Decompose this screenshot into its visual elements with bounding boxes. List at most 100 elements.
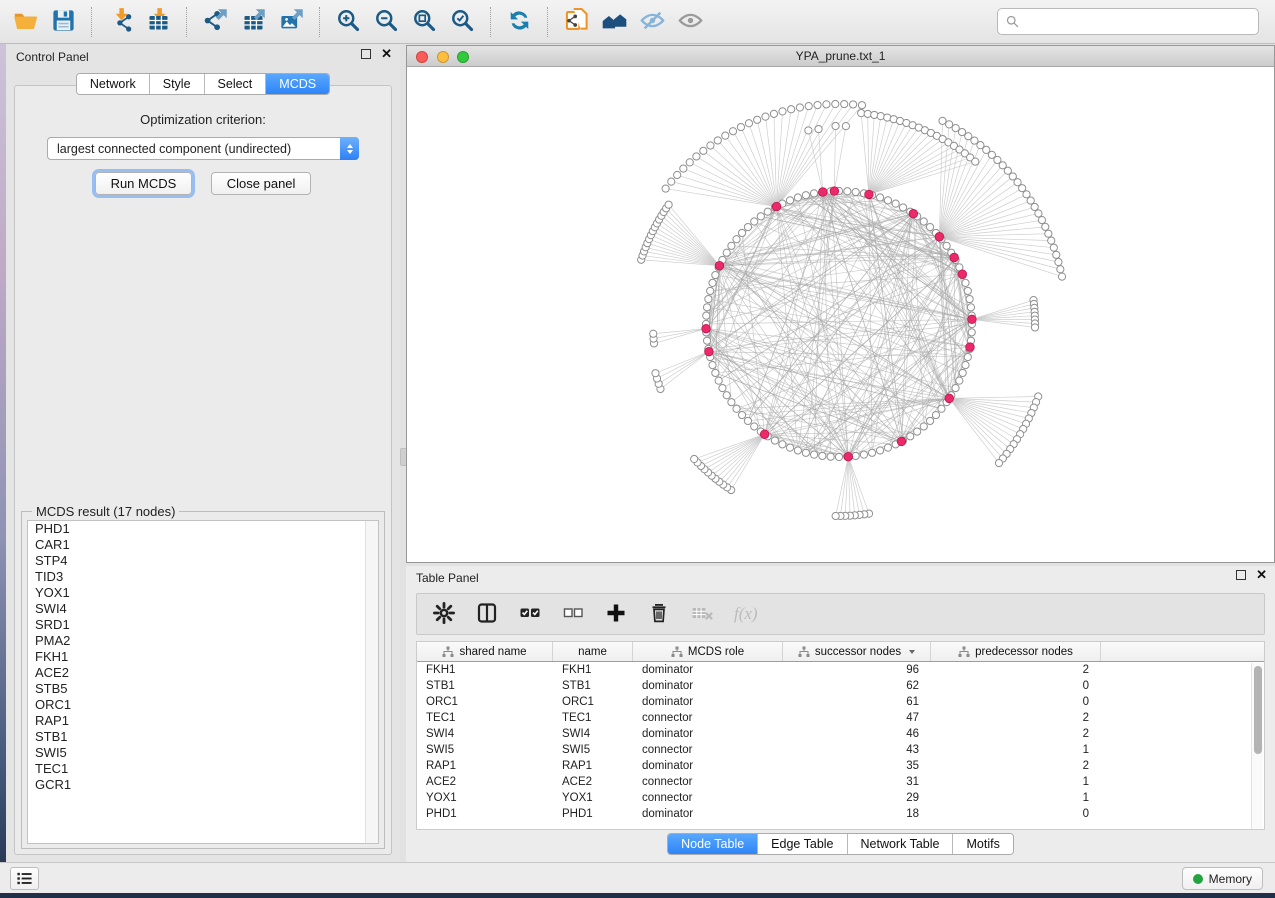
graph-ring-node[interactable] [771,437,778,444]
table-row[interactable]: ACE2ACE2connector311 [417,774,1264,790]
graph-ring-node[interactable] [943,242,950,249]
graph-leaf-node[interactable] [946,121,953,128]
graph-ring-node[interactable] [968,329,975,336]
graph-leaf-node[interactable] [995,459,1002,466]
graph-leaf-node[interactable] [745,120,752,127]
export-table-button[interactable] [234,5,272,39]
zoom-in-button[interactable] [329,5,367,39]
tab-mcds[interactable]: MCDS [266,74,329,94]
hide-selected-button[interactable] [633,5,671,39]
network-graph[interactable] [407,67,1274,562]
graph-leaf-node[interactable] [1055,258,1062,265]
zoom-fit-button[interactable] [405,5,443,39]
close-window-icon[interactable] [416,51,428,63]
graph-ring-node[interactable] [844,188,851,195]
tab-select[interactable]: Select [205,74,267,94]
graph-leaf-node[interactable] [729,128,736,135]
import-network-button[interactable] [101,5,139,39]
graph-ring-node[interactable] [920,423,927,430]
graph-ring-node[interactable] [723,392,730,399]
mcds-result-item[interactable]: PHD1 [28,521,378,537]
export-network-button[interactable] [196,5,234,39]
tab-node-table[interactable]: Node Table [668,834,758,854]
column-header-successor-nodes[interactable]: successor nodes [783,642,931,661]
graph-ring-node[interactable] [876,194,883,201]
graph-leaf-node[interactable] [1031,203,1038,210]
search-input[interactable] [1020,12,1251,32]
table-row[interactable]: PHD1PHD1dominator180 [417,806,1264,822]
graph-dominator-node[interactable] [897,437,906,446]
node-table[interactable]: shared namenameMCDS rolesuccessor nodesp… [416,641,1265,830]
graph-ring-node[interactable] [914,428,921,435]
graph-ring-node[interactable] [738,229,745,236]
graph-ring-node[interactable] [712,369,719,376]
graph-ring-node[interactable] [892,200,899,207]
mcds-result-item[interactable]: SWI5 [28,745,378,761]
graph-ring-node[interactable] [802,192,809,199]
graph-ring-node[interactable] [728,242,735,249]
graph-ring-node[interactable] [703,304,710,311]
graph-leaf-node[interactable] [864,110,871,117]
graph-dominator-node[interactable] [966,343,975,352]
graph-dominator-node[interactable] [958,270,967,279]
graph-leaf-node[interactable] [714,137,721,144]
graph-leaf-node[interactable] [1031,324,1038,331]
graph-ring-node[interactable] [819,452,826,459]
graph-leaf-node[interactable] [877,113,884,120]
graph-dominator-node[interactable] [968,315,977,324]
graph-ring-node[interactable] [966,295,973,302]
graph-leaf-node[interactable] [1042,223,1049,230]
graph-ring-node[interactable] [764,208,771,215]
graph-leaf-node[interactable] [815,125,822,132]
function-builder-button[interactable]: f(x) [732,601,758,627]
close-panel-button[interactable]: Close panel [211,172,312,195]
graph-leaf-node[interactable] [1053,251,1060,258]
graph-leaf-node[interactable] [788,106,795,113]
run-mcds-button[interactable]: Run MCDS [95,172,193,195]
open-file-button[interactable] [6,5,44,39]
graph-ring-node[interactable] [802,449,809,456]
graph-leaf-node[interactable] [805,127,812,134]
graph-leaf-node[interactable] [871,111,878,118]
graph-ring-node[interactable] [876,447,883,454]
graph-leaf-node[interactable] [770,110,777,117]
mcds-result-item[interactable]: STB1 [28,729,378,745]
graph-ring-node[interactable] [744,417,751,424]
graph-leaf-node[interactable] [1050,244,1057,251]
graph-dominator-node[interactable] [950,253,959,262]
graph-ring-node[interactable] [751,423,758,430]
save-session-button[interactable] [44,5,82,39]
graph-ring-node[interactable] [938,405,945,412]
graph-leaf-node[interactable] [668,178,675,185]
mcds-result-item[interactable]: TID3 [28,569,378,585]
graph-ring-node[interactable] [703,312,710,319]
close-table-panel-icon[interactable]: ✕ [1256,570,1267,580]
tab-edge-table[interactable]: Edge Table [758,834,847,854]
graph-ring-node[interactable] [926,223,933,230]
graph-ring-node[interactable] [920,218,927,225]
table-row[interactable]: TEC1TEC1connector472 [417,710,1264,726]
graph-leaf-node[interactable] [805,102,812,109]
graph-dominator-node[interactable] [818,188,827,197]
graph-dominator-node[interactable] [702,324,711,333]
graph-dominator-node[interactable] [909,209,918,218]
select-all-checks-button[interactable] [517,601,543,627]
graph-leaf-node[interactable] [1045,230,1052,237]
graph-ring-node[interactable] [964,287,971,294]
graph-dominator-node[interactable] [705,347,714,356]
graph-ring-node[interactable] [810,451,817,458]
tab-motifs[interactable]: Motifs [953,834,1012,854]
graph-ring-node[interactable] [709,361,716,368]
result-list-scrollbar[interactable] [365,521,378,843]
refresh-button[interactable] [500,5,538,39]
graph-leaf-node[interactable] [972,158,979,165]
column-header-MCDS-role[interactable]: MCDS role [633,642,783,661]
import-table-button[interactable] [139,5,177,39]
graph-leaf-node[interactable] [665,201,672,208]
graph-ring-node[interactable] [835,453,842,460]
graph-ring-node[interactable] [964,353,971,360]
graph-leaf-node[interactable] [1057,266,1064,273]
optimization-criterion-select[interactable]: largest connected component (undirected) [47,137,359,160]
graph-ring-node[interactable] [705,295,712,302]
float-table-panel-icon[interactable] [1236,570,1246,580]
